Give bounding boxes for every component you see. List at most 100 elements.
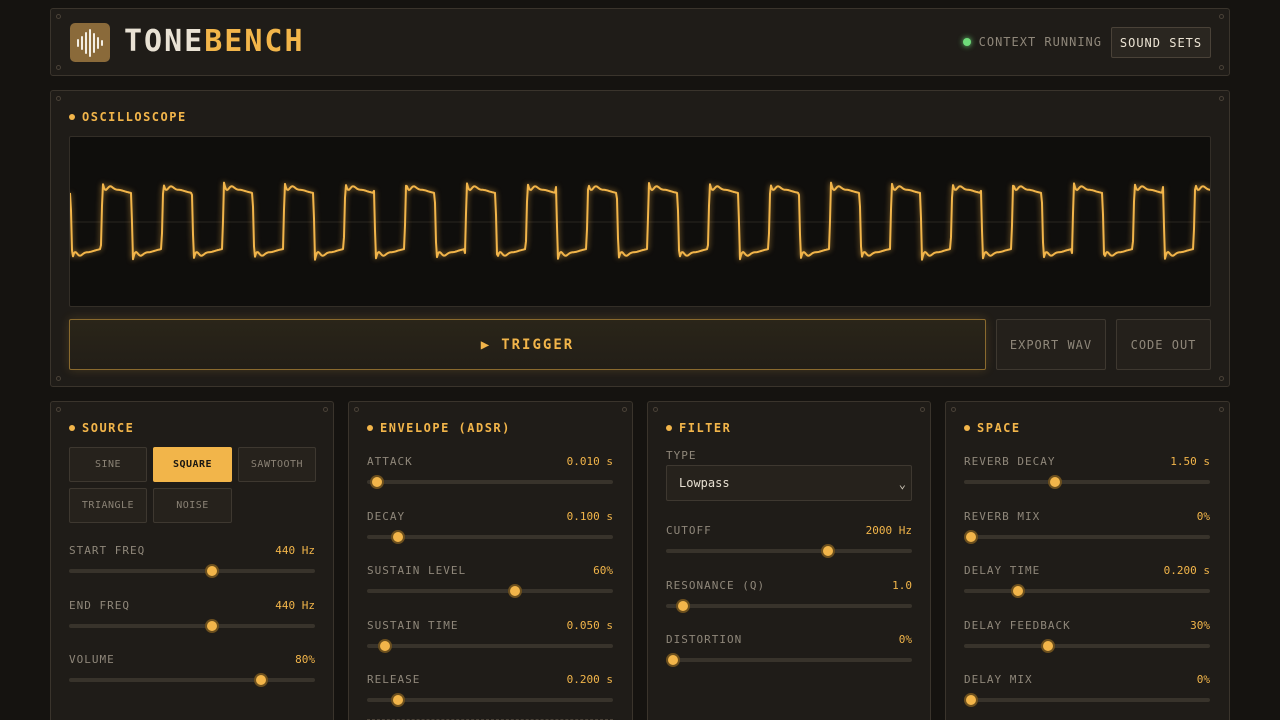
space-control-label: DELAY MIX xyxy=(964,673,1033,686)
status-indicator-icon xyxy=(962,38,971,46)
space-slider-thumb[interactable] xyxy=(1040,638,1055,653)
envelope-control-label: SUSTAIN TIME xyxy=(367,618,459,632)
filter-slider-thumb[interactable] xyxy=(666,653,681,667)
waveform-triangle-button[interactable]: TRIANGLE xyxy=(69,488,147,523)
space-slider-track[interactable] xyxy=(964,529,1210,544)
filter-slider-thumb[interactable] xyxy=(821,544,836,558)
waveform-icon xyxy=(70,23,110,62)
envelope-slider-thumb[interactable] xyxy=(390,693,405,707)
title-dot-icon xyxy=(367,425,373,431)
screw-decoration xyxy=(1219,96,1224,101)
filter-panel: FILTER TYPE Lowpass ⌄ CUTOFF 2000 Hz RESON… xyxy=(647,401,931,720)
envelope-slider-track[interactable] xyxy=(367,584,613,598)
filter-slider-track[interactable] xyxy=(666,653,912,667)
code-out-button[interactable]: CODE OUT xyxy=(1116,319,1211,370)
envelope-control-value: 0.050 s xyxy=(566,618,613,632)
source-title-text: SOURCE xyxy=(82,421,135,435)
source-panel: SOURCE SINE SQUARE SAWTOOTH TRIANGLE NOI… xyxy=(50,401,334,720)
filter-title-text: FILTER xyxy=(679,421,732,435)
waveform-noise-button[interactable]: NOISE xyxy=(153,488,232,523)
filter-control-value: 2000 Hz xyxy=(865,524,912,537)
source-control-label: END FREQ xyxy=(69,598,130,612)
filter-slider-track[interactable] xyxy=(666,544,912,558)
space-control-label: REVERB MIX xyxy=(964,509,1041,523)
source-control-label: VOLUME xyxy=(69,653,115,666)
envelope-slider-thumb[interactable] xyxy=(378,638,393,653)
trigger-button[interactable]: ▶ TRIGGER xyxy=(69,319,986,370)
space-slider-thumb[interactable] xyxy=(1048,475,1063,489)
envelope-title-text: ENVELOPE (ADSR) xyxy=(380,421,511,435)
screw-decoration xyxy=(1219,14,1224,19)
screw-decoration xyxy=(323,407,328,412)
screw-decoration xyxy=(1219,65,1224,70)
waveform-square-button[interactable]: SQUARE xyxy=(153,447,232,482)
screw-decoration xyxy=(920,407,925,412)
source-slider-thumb[interactable] xyxy=(253,673,268,687)
envelope-slider-track[interactable] xyxy=(367,475,613,489)
header-bar: TONEBENCH CONTEXT RUNNING SOUND SETS xyxy=(50,8,1230,76)
waveform-trace xyxy=(70,181,1210,261)
filter-type-select[interactable]: Lowpass ⌄ xyxy=(666,465,912,501)
source-control-value: 80% xyxy=(295,653,315,666)
filter-control-value: 0% xyxy=(898,633,912,646)
space-control-value: 30% xyxy=(1190,618,1210,632)
screw-decoration xyxy=(951,407,956,412)
filter-title: FILTER xyxy=(666,421,731,435)
context-status: CONTEXT RUNNING xyxy=(962,35,1102,49)
title-dot-icon xyxy=(69,425,75,431)
space-control-value: 0% xyxy=(1196,509,1210,523)
envelope-slider-track[interactable] xyxy=(367,693,613,707)
chevron-down-icon: ⌄ xyxy=(898,477,906,491)
source-control-value: 440 Hz xyxy=(275,544,315,557)
envelope-control-label: SUSTAIN LEVEL xyxy=(367,564,467,577)
waveform-sawtooth-button[interactable]: SAWTOOTH xyxy=(238,447,316,482)
filter-type-value: Lowpass xyxy=(679,476,730,490)
envelope-control-label: ATTACK xyxy=(367,455,413,468)
filter-control-label: RESONANCE (Q) xyxy=(666,578,766,592)
oscilloscope-panel: OSCILLOSCOPE ▶ TRIGGER EXPORT WAV CODE O… xyxy=(50,90,1230,387)
source-slider-thumb[interactable] xyxy=(204,564,219,578)
trigger-label: TRIGGER xyxy=(501,336,575,353)
source-slider-track[interactable] xyxy=(69,673,315,687)
envelope-slider-track[interactable] xyxy=(367,529,613,544)
oscilloscope-title-text: OSCILLOSCOPE xyxy=(82,110,187,124)
envelope-slider-thumb[interactable] xyxy=(369,475,384,489)
source-slider-track[interactable] xyxy=(69,564,315,578)
space-title-text: SPACE xyxy=(977,421,1021,435)
envelope-control-value: 60% xyxy=(593,564,613,577)
envelope-slider-track[interactable] xyxy=(367,638,613,653)
brand-part-bench: BENCH xyxy=(204,24,305,59)
filter-type-label: TYPE xyxy=(666,449,697,462)
space-slider-thumb[interactable] xyxy=(964,529,979,544)
space-slider-thumb[interactable] xyxy=(964,693,979,707)
screw-decoration xyxy=(653,407,658,412)
envelope-slider-thumb[interactable] xyxy=(507,584,522,598)
filter-control-value: 1.0 xyxy=(892,578,912,592)
screw-decoration xyxy=(56,14,61,19)
space-slider-thumb[interactable] xyxy=(1011,584,1026,598)
export-wav-button[interactable]: EXPORT WAV xyxy=(996,319,1106,370)
space-slider-track[interactable] xyxy=(964,475,1210,489)
filter-slider-track[interactable] xyxy=(666,598,912,613)
envelope-control-value: 0.010 s xyxy=(566,455,613,468)
envelope-title: ENVELOPE (ADSR) xyxy=(367,421,511,435)
filter-slider-thumb[interactable] xyxy=(676,598,691,613)
source-slider-thumb[interactable] xyxy=(204,618,219,633)
envelope-control-value: 0.100 s xyxy=(566,509,613,523)
sound-sets-button[interactable]: SOUND SETS xyxy=(1111,27,1211,58)
source-slider-track[interactable] xyxy=(69,618,315,633)
screw-decoration xyxy=(1219,407,1224,412)
space-slider-track[interactable] xyxy=(964,584,1210,598)
waveform-sine-button[interactable]: SINE xyxy=(69,447,147,482)
space-title: SPACE xyxy=(964,421,1021,435)
envelope-slider-thumb[interactable] xyxy=(390,529,405,544)
title-dot-icon xyxy=(69,114,75,120)
envelope-panel: ENVELOPE (ADSR) ATTACK 0.010 s DECAY 0.100 … xyxy=(348,401,633,720)
space-slider-track[interactable] xyxy=(964,638,1210,653)
space-control-value: 1.50 s xyxy=(1170,455,1210,468)
envelope-control-label: RELEASE xyxy=(367,673,421,686)
app-brand: TONEBENCH xyxy=(124,24,305,60)
space-slider-track[interactable] xyxy=(964,693,1210,707)
filter-control-label: CUTOFF xyxy=(666,524,712,537)
envelope-control-value: 0.200 s xyxy=(566,673,613,686)
